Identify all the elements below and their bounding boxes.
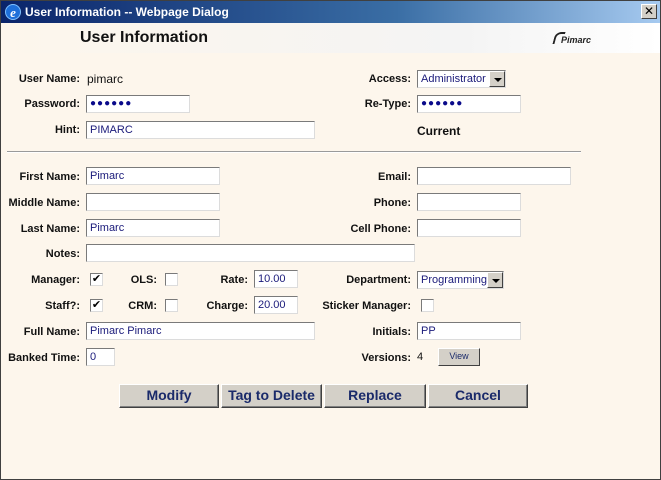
manager-checkbox[interactable]: ✔ [90,273,103,286]
password-field[interactable]: ●●●●●● [86,95,190,113]
initials-label: Initials: [372,326,411,338]
window-title: User Information -- Webpage Dialog [25,5,229,19]
replace-button[interactable]: Replace [324,384,426,408]
tag-to-delete-button[interactable]: Tag to Delete [221,384,322,408]
full-name-label: Full Name: [23,326,80,338]
charge-label: Charge: [206,300,248,312]
phone-field[interactable] [417,193,521,211]
hint-field[interactable]: PIMARC [86,121,315,139]
initials-field[interactable]: PP [417,322,521,340]
internet-explorer-icon: e [5,4,21,20]
notes-field[interactable] [86,244,415,262]
rate-label: Rate: [220,274,248,286]
title-bar[interactable]: e User Information -- Webpage Dialog ✕ [1,1,660,23]
last-name-field[interactable]: Pimarc [86,219,220,237]
retype-password-field[interactable]: ●●●●●● [417,95,521,113]
cancel-button[interactable]: Cancel [428,384,528,408]
pimarc-logo: Pimarc [552,32,592,46]
department-label: Department: [346,274,411,286]
phone-label: Phone: [373,197,411,209]
access-label: Access: [368,73,411,85]
department-select[interactable]: Programming [417,271,504,289]
department-select-value: Programming [421,274,488,286]
modify-button[interactable]: Modify [119,384,219,408]
banked-time-label: Banked Time: [8,352,80,364]
logo-text: Pimarc [561,35,592,45]
charge-field[interactable]: 20.00 [254,296,298,314]
email-field[interactable] [417,167,571,185]
crm-label: CRM: [128,300,157,312]
full-name-field[interactable]: Pimarc Pimarc [86,322,315,340]
section-divider [7,151,581,153]
sticker-manager-checkbox[interactable] [421,299,434,312]
dialog-window: e User Information -- Webpage Dialog ✕ U… [0,0,661,480]
staff-label: Staff?: [45,300,80,312]
page-title: User Information [80,29,209,46]
first-name-label: First Name: [19,171,80,183]
last-name-label: Last Name: [20,223,80,235]
chevron-down-icon[interactable] [487,272,503,288]
ols-checkbox[interactable] [165,273,178,286]
current-status-text: Current [417,124,461,138]
cell-phone-field[interactable] [417,219,521,237]
access-select-value: Administrator [421,73,486,85]
staff-checkbox[interactable]: ✔ [90,299,103,312]
rate-field[interactable]: 10.00 [254,270,298,288]
user-name-label: User Name: [18,73,80,85]
versions-count: 4 [417,351,424,363]
middle-name-label: Middle Name: [8,197,80,209]
versions-label: Versions: [361,352,411,364]
notes-label: Notes: [45,248,80,260]
manager-label: Manager: [31,274,80,286]
user-name-value: pimarc [87,72,124,86]
retype-label: Re-Type: [364,98,411,110]
sticker-manager-label: Sticker Manager: [322,300,411,312]
close-button[interactable]: ✕ [641,4,657,19]
banked-time-field[interactable]: 0 [86,348,115,366]
cell-phone-label: Cell Phone: [350,223,411,235]
ols-label: OLS: [130,274,157,286]
middle-name-field[interactable] [86,193,220,211]
access-select[interactable]: Administrator [417,70,506,88]
first-name-field[interactable]: Pimarc [86,167,220,185]
chevron-down-icon[interactable] [489,71,505,87]
password-label: Password: [24,98,80,110]
crm-checkbox[interactable] [165,299,178,312]
hint-label: Hint: [54,124,80,136]
view-versions-button[interactable]: View [438,348,480,366]
email-label: Email: [377,171,411,183]
